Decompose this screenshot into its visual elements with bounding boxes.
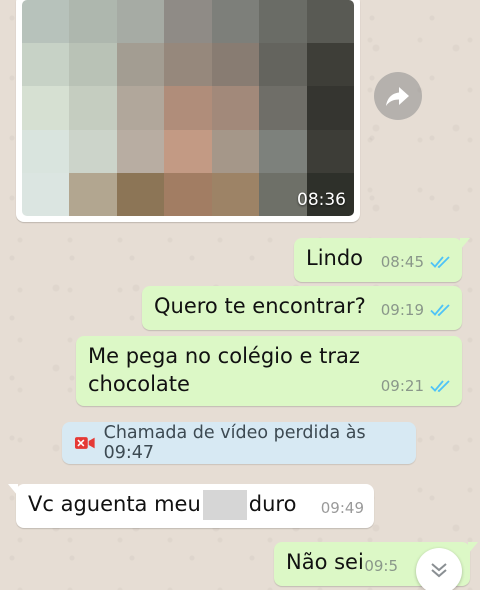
scroll-to-bottom-button[interactable] xyxy=(416,548,462,590)
image-timestamp: 08:36 xyxy=(297,190,346,210)
message-meta: 09:5 xyxy=(364,552,398,580)
forward-arrow-icon xyxy=(386,87,409,106)
message-time: 09:49 xyxy=(320,499,364,517)
outgoing-message[interactable]: Quero te encontrar? 09:19 xyxy=(142,286,462,330)
message-text-after: duro xyxy=(248,492,297,516)
message-text: Lindo xyxy=(306,246,364,270)
message-time: 09:5 xyxy=(364,557,398,575)
message-time: 09:19 xyxy=(380,301,424,319)
message-text: Vc aguenta meu duro xyxy=(28,490,296,520)
image-message[interactable]: 08:36 xyxy=(16,0,360,222)
message-meta: 09:21 xyxy=(381,372,452,400)
message-meta: 08:45 xyxy=(381,248,452,276)
chevron-down-icon xyxy=(431,563,447,578)
message-time: 08:45 xyxy=(380,253,424,271)
double-check-icon xyxy=(430,256,450,269)
outgoing-message[interactable]: Lindo 08:45 xyxy=(294,238,470,282)
missed-video-call-icon xyxy=(74,437,95,449)
message-meta: 09:49 xyxy=(321,494,364,522)
missed-video-call-notice[interactable]: Chamada de vídeo perdida às 09:47 xyxy=(62,422,416,464)
pixelated-photo[interactable] xyxy=(22,0,354,216)
message-text-line-2: chocolate xyxy=(88,372,190,396)
message-text: Não sei xyxy=(286,550,364,574)
message-text: Quero te encontrar? xyxy=(154,294,366,318)
double-check-icon xyxy=(430,304,450,317)
outgoing-message[interactable]: Me pega no colégio e traz chocolate 09:2… xyxy=(76,336,462,406)
incoming-message[interactable]: Vc aguenta meu duro 09:49 xyxy=(8,484,374,528)
message-meta: 09:19 xyxy=(381,296,452,324)
message-time: 09:21 xyxy=(380,377,424,395)
system-message-text: Chamada de vídeo perdida às 09:47 xyxy=(103,423,366,463)
message-text-line-1: Me pega no colégio e traz xyxy=(88,344,360,368)
forward-button[interactable] xyxy=(374,72,422,120)
redacted-word xyxy=(202,490,247,520)
double-check-icon xyxy=(430,380,450,393)
message-text-before: Vc aguenta meu xyxy=(28,492,201,516)
